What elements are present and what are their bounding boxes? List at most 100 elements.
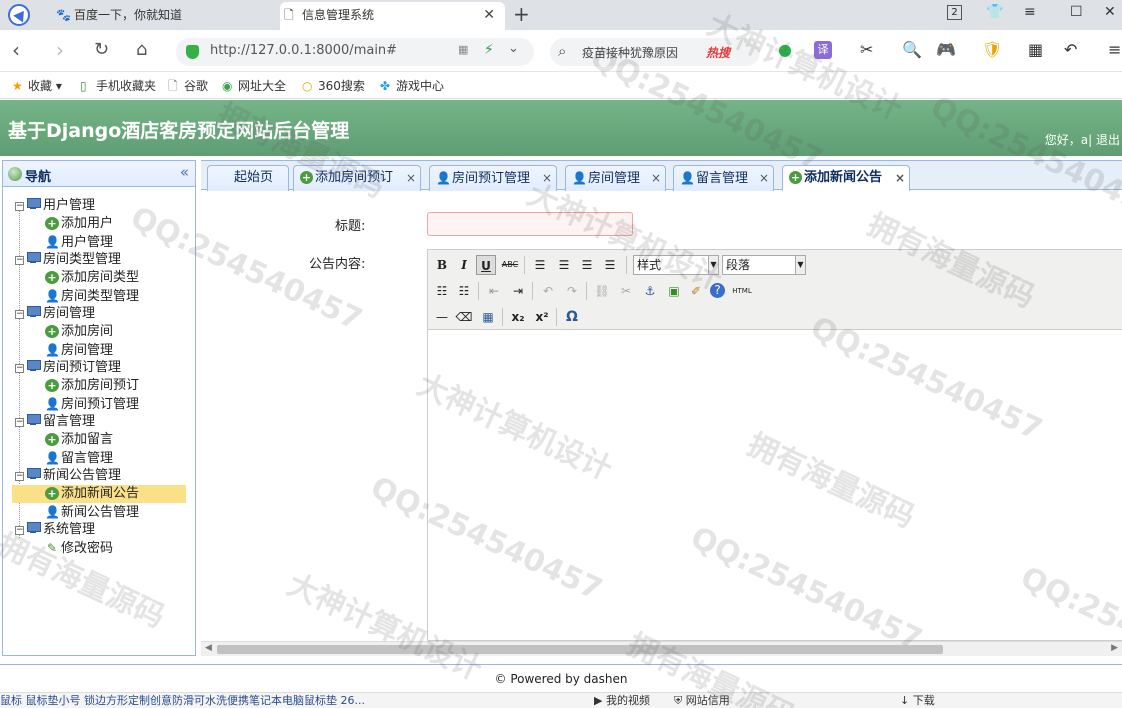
address-bar[interactable]: http://127.0.0.1:8000/main# ▦ ⚡ ⌄ bbox=[176, 38, 534, 66]
tree-group-users[interactable]: − 用户管理 bbox=[3, 197, 195, 215]
link-icon[interactable]: ⛓ bbox=[592, 281, 612, 301]
image-icon[interactable]: ▣ bbox=[664, 281, 684, 301]
news-ticker-link[interactable]: 鼠标 鼠标垫小号 锁边方形定制创意防滑可水洗便携笔记本电脑鼠标垫 26... bbox=[0, 693, 365, 708]
eraser-icon[interactable]: ⌫ bbox=[454, 307, 474, 327]
redo-icon[interactable]: ↷ bbox=[562, 281, 582, 301]
outdent-icon[interactable]: ⇤ bbox=[484, 281, 504, 301]
scroll-left-icon[interactable]: ◀ bbox=[205, 643, 212, 653]
italic-icon[interactable]: I bbox=[454, 255, 474, 275]
horizontal-scrollbar[interactable]: ◀ ▶ bbox=[201, 641, 1122, 656]
tree-item-add-news-selected[interactable]: + 添加新闻公告 bbox=[12, 485, 186, 503]
browser-logo-icon[interactable] bbox=[8, 4, 30, 26]
back-icon[interactable]: ‹ bbox=[12, 38, 20, 62]
maximize-icon[interactable]: ☐ bbox=[1070, 4, 1083, 20]
tree-item-add-room[interactable]: + 添加房间 bbox=[3, 323, 195, 341]
my-video-link[interactable]: ▶ 我的视频 bbox=[594, 693, 650, 708]
close-tab-icon[interactable]: × bbox=[895, 166, 905, 190]
tree-item-add-user[interactable]: + 添加用户 bbox=[3, 215, 195, 233]
superscript-icon[interactable]: x² bbox=[532, 307, 552, 327]
scissors-icon[interactable]: ✂ bbox=[860, 40, 873, 60]
reload-icon[interactable]: ↻ bbox=[94, 38, 109, 62]
indent-icon[interactable]: ⇥ bbox=[508, 281, 528, 301]
align-justify-icon[interactable]: ☰ bbox=[600, 255, 620, 275]
table-icon[interactable]: ▦ bbox=[478, 307, 498, 327]
html-source-icon[interactable]: HTML bbox=[730, 281, 754, 301]
chevron-down-icon[interactable]: ▼ bbox=[708, 256, 718, 274]
bookmark-games[interactable]: ✤ 游戏中心 bbox=[380, 77, 444, 94]
tree-toggle-icon[interactable]: − bbox=[15, 472, 24, 481]
search-input[interactable]: 疫苗接种犹豫原因 bbox=[582, 44, 678, 61]
bookmark-favorites[interactable]: ★ 收藏 ▾ bbox=[12, 77, 62, 94]
align-left-icon[interactable]: ☰ bbox=[530, 255, 550, 275]
unlink-icon[interactable]: ✂ bbox=[616, 281, 636, 301]
tree-group-bookings[interactable]: − 房间预订管理 bbox=[3, 359, 195, 377]
site-trust-link[interactable]: ⛨ 网站信用 bbox=[674, 693, 730, 708]
numbered-list-icon[interactable]: ☷ bbox=[454, 281, 474, 301]
tree-group-news[interactable]: − 新闻公告管理 bbox=[3, 467, 195, 485]
tree-item-add-room-type[interactable]: + 添加房间类型 bbox=[3, 269, 195, 287]
tree-toggle-icon[interactable]: − bbox=[15, 256, 24, 265]
close-tab-icon[interactable]: × bbox=[759, 166, 769, 190]
anchor-icon[interactable]: ⚓ bbox=[640, 281, 660, 301]
tree-group-messages[interactable]: − 留言管理 bbox=[3, 413, 195, 431]
translate-icon[interactable]: 译 bbox=[814, 41, 832, 59]
tree-item-room-type-manage[interactable]: 👤房间类型管理 bbox=[3, 287, 195, 305]
bookmark-hao360[interactable]: ◉ 网址大全 bbox=[222, 77, 286, 94]
underline-icon[interactable]: U bbox=[476, 255, 496, 275]
coin-icon[interactable]: 🛡 bbox=[982, 40, 1002, 60]
tree-item-user-manage[interactable]: 👤用户管理 bbox=[3, 233, 195, 251]
tree-item-add-booking[interactable]: + 添加房间预订 bbox=[3, 377, 195, 395]
close-tab-icon[interactable]: × bbox=[651, 166, 661, 190]
tab-booking-manage[interactable]: 👤房间预订管理 × bbox=[429, 165, 557, 191]
hot-search-badge[interactable]: 热搜 bbox=[706, 44, 730, 61]
home-icon[interactable]: ⌂ bbox=[136, 38, 147, 62]
tree-item-change-password[interactable]: ✎ 修改密码 bbox=[3, 539, 195, 557]
close-tab-icon[interactable]: × bbox=[406, 166, 416, 190]
bookmark-google[interactable]: 🗋 谷歌 bbox=[168, 77, 208, 98]
close-window-icon[interactable]: ✕ bbox=[1104, 4, 1116, 20]
tree-toggle-icon[interactable]: − bbox=[15, 364, 24, 373]
cleanup-brush-icon[interactable]: ✐ bbox=[686, 281, 706, 301]
bullet-list-icon[interactable]: ☷ bbox=[432, 281, 452, 301]
shirt-skin-icon[interactable]: 👕 bbox=[986, 4, 1003, 20]
apps-grid-icon[interactable]: ▦ bbox=[1028, 40, 1043, 60]
align-center-icon[interactable]: ☰ bbox=[554, 255, 574, 275]
tab-add-booking[interactable]: + 添加房间预订 × bbox=[293, 165, 421, 191]
tree-toggle-icon[interactable]: − bbox=[15, 310, 24, 319]
forward-icon[interactable]: › bbox=[56, 38, 64, 62]
tab-room-manage[interactable]: 👤房间管理 × bbox=[565, 165, 666, 191]
tree-group-system[interactable]: − 系统管理 bbox=[3, 521, 195, 539]
tree-item-booking-manage[interactable]: 👤房间预订管理 bbox=[3, 395, 195, 413]
tree-item-message-manage[interactable]: 👤留言管理 bbox=[3, 449, 195, 467]
tab-count-badge[interactable]: 2 bbox=[947, 5, 962, 20]
wechat-icon[interactable]: ● bbox=[778, 40, 792, 60]
bookmark-mobile[interactable]: ▯ 手机收藏夹 bbox=[80, 77, 156, 94]
new-tab-icon[interactable]: + bbox=[513, 2, 530, 26]
title-input[interactable] bbox=[427, 212, 633, 236]
menu-lines-icon[interactable]: ≡ bbox=[1024, 4, 1036, 20]
close-tab-icon[interactable]: ✕ bbox=[483, 2, 495, 28]
tree-item-room-manage[interactable]: 👤房间管理 bbox=[3, 341, 195, 359]
paragraph-select[interactable]: 段落 ▼ bbox=[722, 255, 806, 275]
tree-toggle-icon[interactable]: − bbox=[15, 418, 24, 427]
strikethrough-icon[interactable]: ABC bbox=[500, 255, 520, 275]
gamepad-icon[interactable]: 🎮 bbox=[936, 40, 956, 60]
lightning-icon[interactable]: ⚡ bbox=[484, 42, 494, 58]
tree-toggle-icon[interactable]: − bbox=[15, 202, 24, 211]
magnifier-icon[interactable]: 🔍 bbox=[902, 40, 922, 60]
download-link[interactable]: ↓ 下载 bbox=[900, 693, 935, 708]
editor-content-area[interactable] bbox=[428, 331, 1122, 641]
tree-item-news-manage[interactable]: 👤新闻公告管理 bbox=[3, 503, 195, 521]
scroll-right-icon[interactable]: ▶ bbox=[1111, 643, 1118, 653]
grid-icon[interactable]: ▦ bbox=[458, 43, 468, 56]
special-char-icon[interactable]: Ω bbox=[562, 307, 582, 327]
style-select[interactable]: 样式 ▼ bbox=[633, 255, 719, 275]
tab-home[interactable]: 起始页 bbox=[207, 165, 289, 191]
undo-icon[interactable]: ↶ bbox=[538, 281, 558, 301]
search-box[interactable]: ⌕ 疫苗接种犹豫原因 热搜 bbox=[550, 38, 760, 66]
align-right-icon[interactable]: ☰ bbox=[577, 255, 597, 275]
tree-toggle-icon[interactable]: − bbox=[15, 526, 24, 535]
chevron-down-icon[interactable]: ▼ bbox=[795, 256, 805, 274]
chevron-down-icon[interactable]: ⌄ bbox=[508, 41, 519, 56]
browser-tab-active[interactable]: 🗋 信息管理系统 ✕ bbox=[280, 2, 505, 30]
